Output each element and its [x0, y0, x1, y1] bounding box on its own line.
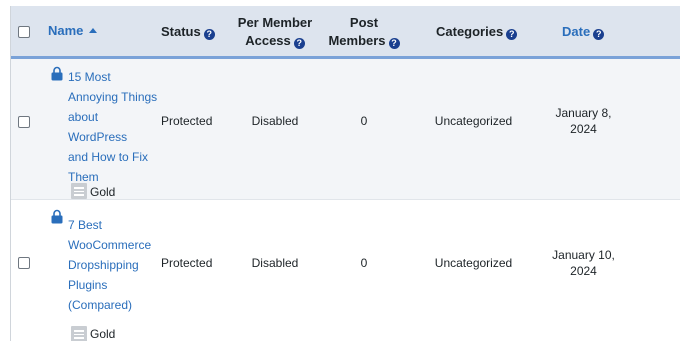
post-title-line[interactable]: (Compared) [68, 295, 158, 315]
post-members-value: 0 [360, 256, 368, 270]
column-post-members-label-2: Members [328, 33, 386, 48]
lock-icon [51, 209, 63, 224]
column-post-members-label-1: Post [349, 15, 379, 30]
date-line: 2024 [570, 264, 597, 278]
help-icon[interactable]: ? [293, 38, 305, 49]
column-status-header: Status? [161, 23, 215, 41]
column-date-label[interactable]: Date [562, 24, 590, 39]
date-value: January 8, 2024 [541, 105, 626, 137]
membership-level-icon [71, 326, 87, 341]
post-title-line[interactable]: 15 Most [68, 67, 158, 87]
column-name-label[interactable]: Name [48, 23, 83, 38]
column-status-label: Status [161, 24, 201, 39]
post-title-line[interactable]: WooCommerce [68, 235, 158, 255]
table-row: 7 Best WooCommerce Dropshipping Plugins … [11, 200, 680, 341]
post-title-line[interactable]: about WordPress [68, 107, 158, 147]
membership-level-label: Gold [90, 185, 116, 199]
post-title-line[interactable]: Dropshipping [68, 255, 158, 275]
per-member-access-value: Disabled [251, 256, 299, 270]
status-value: Protected [161, 256, 213, 270]
post-title-line[interactable]: Annoying Things [68, 87, 158, 107]
categories-value: Uncategorized [434, 256, 513, 270]
help-icon[interactable]: ? [388, 38, 400, 49]
column-categories-header: Categories? [436, 23, 518, 41]
table-header: Name Status? Per Member Access? Post Mem… [11, 6, 680, 59]
posts-table: Name Status? Per Member Access? Post Mem… [10, 6, 680, 341]
column-per-member-access-label-1: Per Member [237, 15, 313, 30]
help-icon[interactable]: ? [506, 29, 518, 40]
post-title-line[interactable]: and How to Fix [68, 147, 158, 167]
post-title-link[interactable]: 7 Best WooCommerce Dropshipping Plugins … [68, 215, 158, 315]
date-line: 2024 [570, 122, 597, 136]
help-icon[interactable]: ? [593, 29, 605, 40]
per-member-access-value: Disabled [251, 114, 299, 128]
column-per-member-access-header: Per Member Access? [231, 14, 319, 50]
column-date-header[interactable]: Date? [562, 23, 605, 41]
membership-level-label: Gold [90, 327, 116, 341]
column-categories-label: Categories [436, 24, 504, 39]
membership-level-icon [71, 183, 87, 199]
column-post-members-header: Post Members? [321, 14, 407, 50]
help-icon[interactable]: ? [203, 29, 215, 40]
categories-value: Uncategorized [434, 114, 513, 128]
status-value: Protected [161, 114, 213, 128]
date-value: January 10, 2024 [541, 247, 626, 279]
sort-ascending-icon[interactable] [89, 28, 98, 33]
row-checkbox[interactable] [18, 116, 30, 128]
post-title-link[interactable]: 15 Most Annoying Things about WordPress … [68, 67, 158, 187]
lock-icon [51, 66, 63, 81]
post-title-line[interactable]: Plugins [68, 275, 158, 295]
date-line: January 10, [552, 248, 615, 262]
date-line: January 8, [555, 106, 612, 120]
row-checkbox[interactable] [18, 257, 30, 269]
post-title-line[interactable]: 7 Best [68, 215, 158, 235]
table-row: 15 Most Annoying Things about WordPress … [11, 59, 680, 200]
column-name-header[interactable]: Name [48, 22, 98, 40]
select-all-checkbox[interactable] [18, 26, 30, 38]
post-members-value: 0 [360, 114, 368, 128]
column-per-member-access-label-2: Access [245, 33, 291, 48]
